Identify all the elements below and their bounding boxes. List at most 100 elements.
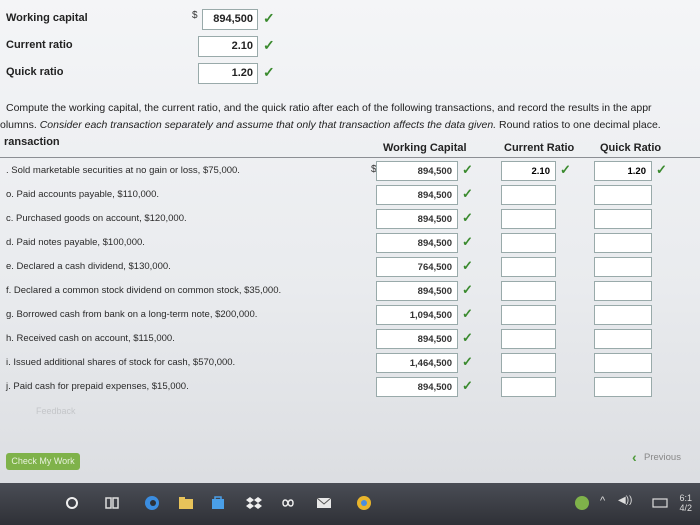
transaction-description: c. Purchased goods on account, $120,000.	[6, 213, 187, 224]
working-capital-input[interactable]: 894,500	[376, 329, 458, 349]
header-quick-ratio: Quick Ratio	[600, 142, 662, 154]
previous-label: Previous	[644, 452, 681, 463]
current-ratio-input[interactable]	[501, 305, 556, 325]
chevron-left-icon: ‹	[632, 449, 637, 465]
edge-browser-icon[interactable]	[144, 495, 160, 511]
instructions: Compute the working capital, the current…	[0, 100, 700, 134]
current-ratio-input[interactable]	[501, 377, 556, 397]
transaction-description: e. Declared a cash dividend, $130,000.	[6, 261, 171, 272]
current-ratio-input[interactable]	[501, 257, 556, 277]
check-icon: ✓	[263, 64, 275, 80]
table-row: h. Received cash on account, $115,000. 89…	[0, 328, 700, 352]
working-capital-input[interactable]: 764,500	[376, 257, 458, 277]
transaction-description: f. Declared a common stock dividend on c…	[6, 285, 282, 296]
header-divider	[0, 157, 700, 158]
instructions-suffix: Round ratios to one decimal place.	[496, 119, 661, 131]
clock-time: 6:1	[679, 493, 692, 503]
transaction-description: h. Received cash on account, $115,000.	[6, 333, 175, 344]
table-row: f. Declared a common stock dividend on c…	[0, 280, 700, 304]
summary-working-capital: Working capital $ 894,500 ✓	[0, 8, 700, 32]
previous-button[interactable]: ‹ Previous	[630, 449, 700, 466]
check-icon: ✓	[656, 162, 667, 177]
screen: Working capital $ 894,500 ✓ Current rati…	[0, 0, 700, 525]
table-row: . Sold marketable securities at no gain …	[0, 160, 700, 184]
quick-ratio-input[interactable]	[594, 185, 652, 205]
working-capital-input[interactable]: 894,500	[376, 233, 458, 253]
quick-ratio-input[interactable]	[594, 281, 652, 301]
working-capital-input[interactable]: 894,500	[376, 209, 458, 229]
working-capital-input[interactable]: 1,464,500	[376, 353, 458, 373]
check-icon: ✓	[462, 234, 473, 249]
summary-quick-ratio: Quick ratio 1.20 ✓	[0, 62, 700, 86]
taskbar: ^ ◀)) 6:1 4/2	[0, 483, 700, 525]
system-clock[interactable]: 6:1 4/2	[679, 493, 692, 513]
working-capital-input[interactable]: 894,500	[376, 377, 458, 397]
infinity-icon[interactable]	[280, 495, 296, 511]
current-ratio-input[interactable]	[501, 329, 556, 349]
network-icon[interactable]	[574, 495, 590, 511]
table-row: e. Declared a cash dividend, $130,000. 76…	[0, 256, 700, 280]
instructions-line-1: Compute the working capital, the current…	[6, 102, 652, 114]
current-ratio-input[interactable]	[501, 233, 556, 253]
mail-icon[interactable]	[316, 495, 332, 511]
volume-icon[interactable]: ◀))	[618, 495, 632, 506]
search-circle-icon[interactable]	[64, 495, 80, 511]
current-ratio-input[interactable]: 2.10	[198, 36, 258, 57]
current-ratio-label: Current ratio	[6, 39, 73, 51]
quick-ratio-input[interactable]	[594, 209, 652, 229]
working-capital-input[interactable]: 894,500	[376, 161, 458, 181]
header-current-ratio: Current Ratio	[504, 142, 575, 154]
quick-ratio-input[interactable]: 1.20	[594, 161, 652, 181]
quick-ratio-input[interactable]	[594, 233, 652, 253]
table-row: c. Purchased goods on account, $120,000.…	[0, 208, 700, 232]
summary-current-ratio: Current ratio 2.10 ✓	[0, 35, 700, 59]
current-ratio-input[interactable]	[501, 281, 556, 301]
instructions-prefix: olumns.	[0, 119, 40, 131]
chevron-up-icon[interactable]: ^	[600, 495, 605, 507]
check-icon: ✓	[462, 210, 473, 225]
quick-ratio-input[interactable]	[594, 329, 652, 349]
chrome-icon[interactable]	[356, 495, 372, 511]
check-icon: ✓	[462, 354, 473, 369]
quick-ratio-input[interactable]	[594, 377, 652, 397]
task-view-icon[interactable]	[104, 495, 120, 511]
check-icon: ✓	[462, 162, 473, 177]
keyboard-icon[interactable]	[652, 495, 668, 511]
quick-ratio-input[interactable]	[594, 353, 652, 373]
transaction-description: d. Paid notes payable, $100,000.	[6, 237, 145, 248]
file-explorer-icon[interactable]	[178, 495, 194, 511]
clock-date: 4/2	[679, 503, 692, 513]
transaction-description: j. Paid cash for prepaid expenses, $15,0…	[6, 381, 189, 392]
dropbox-icon[interactable]	[246, 495, 262, 511]
instructions-line-2: olumns. Consider each transaction separa…	[0, 117, 700, 134]
table-row: g. Borrowed cash from bank on a long-ter…	[0, 304, 700, 328]
store-icon[interactable]	[210, 495, 226, 511]
check-icon: ✓	[462, 258, 473, 273]
faint-text: Feedback	[36, 406, 76, 416]
check-icon: ✓	[263, 10, 275, 26]
current-ratio-input[interactable]: 2.10	[501, 161, 556, 181]
check-icon: ✓	[462, 378, 473, 393]
check-icon: ✓	[560, 162, 571, 177]
current-ratio-input[interactable]	[501, 185, 556, 205]
check-my-work-button[interactable]: Check My Work	[6, 453, 80, 470]
working-capital-input[interactable]: 894,500	[202, 9, 258, 30]
check-icon: ✓	[462, 282, 473, 297]
working-capital-input[interactable]: 894,500	[376, 185, 458, 205]
working-capital-input[interactable]: 894,500	[376, 281, 458, 301]
quick-ratio-label: Quick ratio	[6, 66, 64, 78]
table-row: j. Paid cash for prepaid expenses, $15,0…	[0, 376, 700, 400]
current-ratio-input[interactable]	[501, 353, 556, 373]
current-ratio-input[interactable]	[501, 209, 556, 229]
quick-ratio-input[interactable]	[594, 257, 652, 277]
check-icon: ✓	[462, 306, 473, 321]
working-capital-input[interactable]: 1,094,500	[376, 305, 458, 325]
transaction-description: g. Borrowed cash from bank on a long-ter…	[6, 309, 258, 320]
quick-ratio-input[interactable]: 1.20	[198, 63, 258, 84]
currency-symbol: $	[192, 10, 198, 21]
quick-ratio-input[interactable]	[594, 305, 652, 325]
check-icon: ✓	[462, 186, 473, 201]
table-row: d. Paid notes payable, $100,000. 894,500 ✓	[0, 232, 700, 256]
transaction-description: . Sold marketable securities at no gain …	[6, 165, 240, 176]
header-transaction: ransaction	[4, 136, 60, 148]
